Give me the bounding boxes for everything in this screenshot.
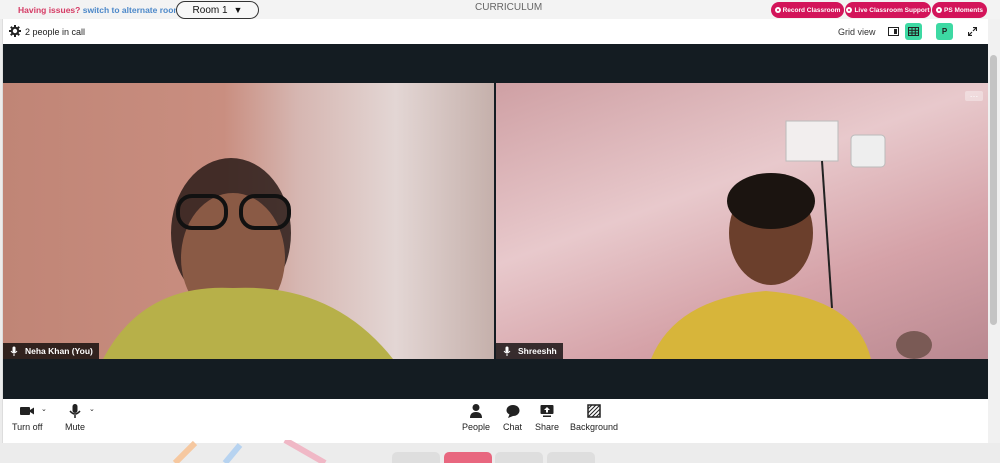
call-toolbar: 2 people in call Grid view P: [3, 19, 989, 44]
people-label: People: [462, 422, 491, 432]
dock-button-screen[interactable]: [495, 452, 543, 463]
background-label: Background: [570, 422, 619, 432]
video-call-panel: 2 people in call Grid view P Neha Khan (…: [2, 19, 989, 443]
people-count: 2 people in call: [25, 27, 86, 37]
camera-toggle-label: Turn off: [12, 422, 43, 432]
record-classroom-label: Record Classroom: [782, 6, 841, 14]
ps-moments-button[interactable]: PS Moments: [932, 2, 987, 18]
participant-avatar[interactable]: P: [936, 23, 953, 40]
chevron-down-icon[interactable]: ⌄: [89, 405, 95, 413]
live-support-button[interactable]: Live Classroom Support: [845, 2, 931, 18]
gear-icon[interactable]: [9, 25, 21, 40]
call-controls: Turn off ⌄ Mute ⌄ People Chat Share Back…: [3, 399, 989, 443]
dock-button-globe[interactable]: [547, 452, 595, 463]
chevron-down-icon[interactable]: ⌄: [41, 405, 47, 413]
more-options-icon[interactable]: …: [965, 90, 983, 101]
mute-label: Mute: [65, 422, 86, 432]
participant-nametag: Shreeshh: [496, 343, 563, 359]
speaker-view-icon[interactable]: [885, 23, 902, 40]
video-stage: Neha Khan (You) … Shreeshh: [3, 44, 989, 399]
curriculum-tab[interactable]: CURRICULUM: [475, 2, 542, 13]
microphone-icon: [69, 404, 81, 418]
background-icon: [587, 404, 601, 418]
participant-video-feed: [651, 120, 932, 359]
person-icon: [470, 404, 483, 418]
participant-name: Neha Khan (You): [25, 346, 93, 356]
dock-button-end-call[interactable]: [444, 452, 492, 463]
chat-button[interactable]: Chat: [503, 403, 522, 432]
participant-video-1[interactable]: Neha Khan (You): [3, 83, 494, 359]
room-select[interactable]: Room 1 ▼: [176, 1, 259, 19]
caret-down-icon: ▼: [233, 5, 243, 15]
view-mode-label: Grid view: [838, 27, 876, 37]
alternate-room-link[interactable]: switch to alternate room: [83, 5, 181, 15]
top-bar: Having issues? switch to alternate room …: [0, 0, 1000, 19]
ps-moments-label: PS Moments: [943, 6, 983, 14]
chat-label: Chat: [503, 422, 523, 432]
dock-button-fullscreen[interactable]: [392, 452, 440, 463]
camera-toggle-button[interactable]: Turn off: [12, 403, 43, 432]
share-label: Share: [535, 422, 560, 432]
issue-notice: Having issues? switch to alternate room: [18, 5, 181, 15]
room-select-label: Room 1: [192, 4, 228, 16]
issue-text: Having issues?: [18, 5, 81, 15]
record-classroom-button[interactable]: Record Classroom: [771, 2, 844, 18]
screen-share-icon: [540, 405, 554, 417]
background-button[interactable]: Background: [570, 403, 618, 432]
record-icon: [774, 7, 781, 13]
video-camera-icon: [20, 407, 35, 415]
participant-video-2[interactable]: … Shreeshh: [496, 83, 989, 359]
microphone-icon: [10, 346, 18, 356]
share-button[interactable]: Share: [535, 403, 559, 432]
live-support-label: Live Classroom Support: [854, 6, 930, 14]
participant-nametag: Neha Khan (You): [3, 343, 99, 359]
scrollbar-thumb[interactable]: [990, 55, 997, 325]
mute-button[interactable]: Mute: [65, 403, 85, 432]
moments-icon: [935, 7, 942, 13]
microphone-icon: [503, 346, 511, 356]
chat-bubble-icon: [506, 405, 519, 418]
participant-video-feed: [103, 158, 393, 359]
grid-view-icon[interactable]: [905, 23, 922, 40]
background-decoration: [172, 440, 327, 463]
people-button[interactable]: People: [462, 403, 490, 432]
fullscreen-icon[interactable]: [964, 23, 981, 40]
support-icon: [846, 7, 853, 13]
participant-name: Shreeshh: [518, 346, 557, 356]
